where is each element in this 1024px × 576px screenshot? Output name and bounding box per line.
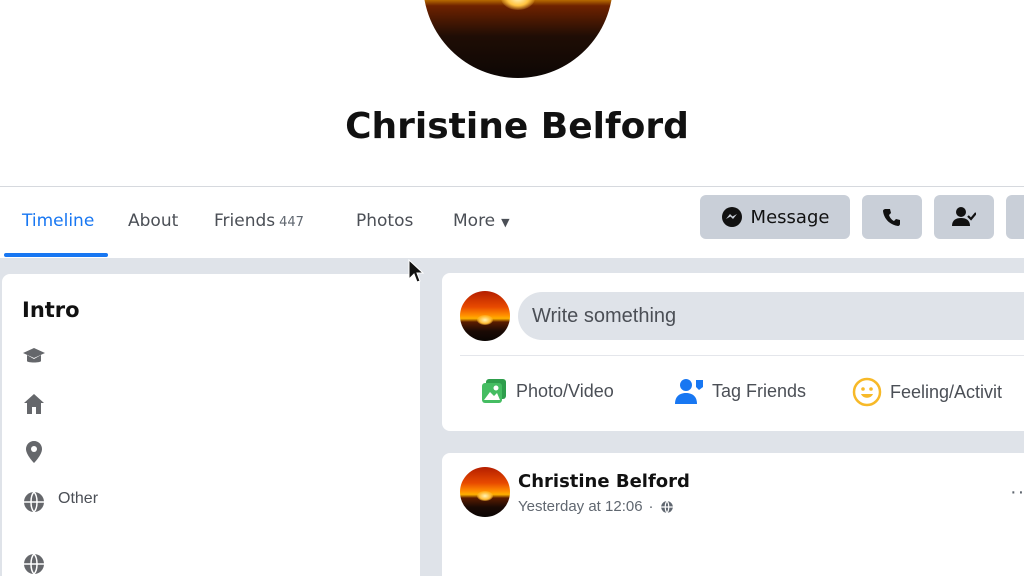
tab-friends[interactable]: Friends 447 [214, 211, 304, 231]
composer-divider [460, 355, 1024, 356]
feeling-activity-label: Feeling/Activit [890, 381, 1003, 402]
tab-timeline[interactable]: Timeline [22, 211, 94, 231]
photo-icon [482, 379, 506, 403]
intro-other-label: Other [58, 490, 99, 507]
mouse-cursor-icon [408, 259, 424, 283]
post-timestamp[interactable]: Yesterday at 12:06 · [518, 498, 674, 515]
post-author-avatar[interactable] [460, 467, 510, 517]
post-time-text: Yesterday at 12:06 [518, 498, 643, 515]
post-options-icon[interactable]: ·· [1010, 481, 1024, 504]
profile-nav: Timeline About Friends 447 Photos More ▼ M… [0, 186, 1024, 258]
more-options-button[interactable] [1006, 195, 1024, 239]
active-tab-indicator [4, 253, 108, 257]
call-button[interactable] [862, 195, 922, 239]
tag-friends-label: Tag Friends [712, 380, 807, 401]
globe-icon [24, 491, 44, 513]
post-author-name[interactable]: Christine Belford [518, 471, 690, 492]
globe-icon [24, 553, 44, 575]
separator-dot: · [648, 498, 654, 515]
profile-header: Christine Belford [0, 0, 1024, 186]
education-icon [23, 348, 45, 363]
message-button[interactable]: Message [700, 195, 850, 239]
tab-about[interactable]: About [128, 211, 178, 231]
photo-video-label: Photo/Video [516, 380, 614, 401]
composer-avatar[interactable] [460, 291, 510, 341]
tab-more-label: More [453, 211, 496, 231]
home-icon [24, 394, 44, 414]
messenger-icon [721, 207, 742, 227]
post-composer: Write something Photo/Video Tag Friends … [442, 273, 1024, 431]
tag-friends-icon [675, 379, 703, 404]
photo-video-button[interactable]: Photo/Video [480, 377, 614, 405]
write-something-input[interactable]: Write something [518, 292, 1024, 340]
feeling-icon [852, 377, 882, 407]
globe-icon [660, 500, 673, 513]
intro-card: Intro Other [2, 274, 420, 576]
phone-icon [883, 209, 900, 226]
location-pin-icon [26, 441, 42, 463]
friend-check-icon [952, 207, 976, 226]
friends-count: 447 [279, 215, 304, 230]
friends-status-button[interactable] [934, 195, 994, 239]
tab-more[interactable]: More ▼ [453, 211, 510, 231]
tag-friends-button[interactable]: Tag Friends [674, 377, 806, 405]
tab-photos[interactable]: Photos [356, 211, 413, 231]
profile-name: Christine Belford [345, 106, 689, 147]
caret-down-icon: ▼ [501, 216, 510, 229]
profile-picture[interactable] [423, 0, 613, 78]
intro-title: Intro [22, 298, 80, 322]
message-button-label: Message [750, 206, 830, 228]
post-card: Christine Belford Yesterday at 12:06 · ·… [442, 453, 1024, 576]
tab-friends-label: Friends [214, 211, 276, 231]
feeling-activity-button[interactable]: Feeling/Activit [852, 377, 1002, 407]
